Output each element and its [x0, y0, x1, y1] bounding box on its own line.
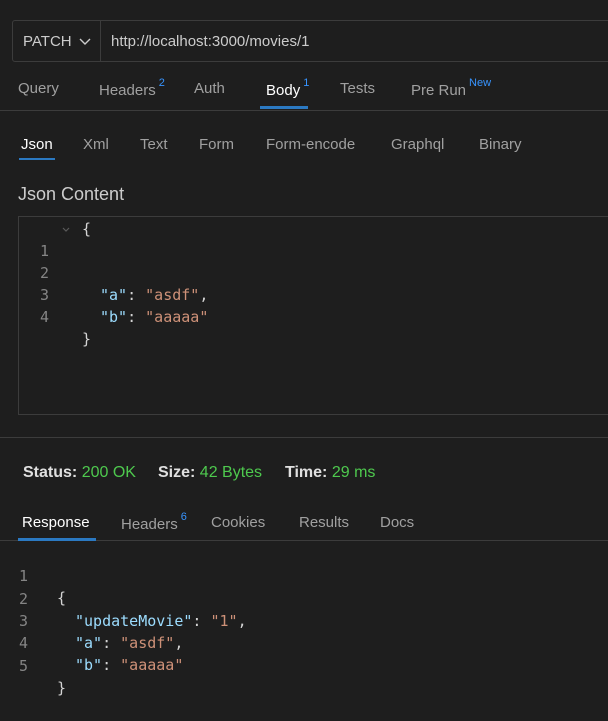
json-content-title: Json Content [18, 184, 125, 204]
line-number: 5 [18, 657, 28, 675]
body-tab-xml[interactable]: Xml [83, 136, 109, 153]
json-key: "a" [100, 286, 128, 304]
code-text: { [57, 589, 67, 607]
time-value: 29 ms [331, 464, 376, 481]
code-text: } [82, 330, 92, 348]
json-value: "asdf" [145, 286, 200, 304]
body-tab-label: Text [140, 136, 168, 153]
tab-label: Body [266, 82, 301, 99]
code-line: 4 } [19, 284, 91, 348]
request-url-bar: PATCH http://localhost:3000/movies/1 [12, 20, 608, 62]
body-tab-form[interactable]: Form [199, 136, 234, 153]
code-line: 5 } [0, 633, 66, 697]
tab-label: Headers [99, 82, 156, 99]
json-pair: "a": "asdf", [100, 286, 209, 304]
tab-response-headers[interactable]: Headers 6 [121, 511, 187, 533]
line-number: 4 [39, 308, 49, 326]
tab-auth[interactable]: Auth [194, 80, 225, 97]
body-tab-label: Json [21, 136, 53, 153]
json-pair: "updateMovie": "1", [75, 612, 247, 630]
code-line: 1 [19, 218, 55, 260]
code-text: { [82, 220, 92, 238]
url-input[interactable]: http://localhost:3000/movies/1 [101, 33, 309, 50]
tab-badge: 2 [158, 77, 165, 89]
tab-badge: 1 [303, 77, 310, 89]
json-pair: "b": "aaaaa" [75, 656, 184, 674]
status-value: 200 OK [81, 464, 136, 481]
code-line: 3 "a": "asdf", [0, 588, 183, 652]
body-tab-binary[interactable]: Binary [479, 136, 522, 153]
section-divider [0, 437, 608, 438]
body-tab-label: Form-encode [266, 136, 356, 153]
tab-label: Auth [194, 80, 225, 97]
tab-label: Pre Run [411, 82, 467, 99]
code-text: } [57, 679, 67, 697]
tab-query[interactable]: Query [18, 80, 59, 97]
tab-tests[interactable]: Tests [340, 80, 375, 97]
json-key: "a" [75, 634, 103, 652]
size-value: 42 Bytes [199, 464, 263, 481]
status-label: Status: [23, 464, 78, 481]
json-pair: "a": "asdf", [75, 634, 184, 652]
json-editor[interactable]: 1 { 2 "a": "asdf", 3 "b": "aaaaa" 4 } [18, 216, 608, 415]
tab-docs[interactable]: Docs [380, 514, 414, 531]
size-info: Size: 42 Bytes [158, 464, 262, 482]
response-body: 1 { 2 "updateMovie": "1", 3 "a": "asdf",… [0, 543, 608, 697]
active-tab-indicator [260, 106, 308, 109]
tab-label: Response [22, 514, 90, 531]
json-value: "1" [210, 612, 238, 630]
body-tab-label: Xml [83, 136, 109, 153]
code-line: 2 "a": "asdf", [19, 240, 208, 304]
tab-label: Docs [380, 514, 415, 531]
body-tab-label: Graphql [391, 136, 445, 153]
tab-label: Cookies [211, 514, 266, 531]
code-line: 2 "updateMovie": "1", [0, 566, 247, 630]
status-info: Status: 200 OK [23, 464, 136, 482]
tab-label: Tests [340, 80, 376, 97]
method-select[interactable]: PATCH [13, 21, 101, 61]
tab-label: Query [18, 80, 59, 97]
body-tab-label: Form [199, 136, 234, 153]
code-line: 4 "b": "aaaaa" [0, 610, 183, 674]
json-value: "aaaaa" [145, 308, 209, 326]
tab-pre-run[interactable]: Pre Run New [411, 77, 492, 99]
tab-results[interactable]: Results [299, 514, 349, 531]
new-badge: New [469, 77, 492, 89]
fold-chevron-icon[interactable] [61, 225, 71, 235]
response-tabs: Response Headers 6 Cookies Results Docs [0, 506, 608, 541]
active-body-tab-indicator [19, 158, 55, 160]
json-pair: "b": "aaaaa" [100, 308, 209, 326]
code-line: 1 { [0, 543, 66, 607]
request-tabs: Query Headers 2 Auth Body 1 Tests Pre Run N… [0, 70, 608, 111]
body-tab-json[interactable]: Json [21, 136, 53, 153]
tab-label: Headers [121, 516, 178, 533]
time-info: Time: 29 ms [285, 464, 375, 482]
json-key: "updateMovie" [75, 612, 193, 630]
tab-response[interactable]: Response [22, 514, 90, 531]
tab-headers[interactable]: Headers 2 [99, 77, 165, 99]
tab-badge: 6 [180, 511, 187, 523]
tab-label: Results [299, 514, 350, 531]
json-value: "aaaaa" [120, 656, 184, 674]
method-label: PATCH [23, 32, 72, 50]
active-tab-indicator [18, 538, 96, 541]
json-key: "b" [75, 656, 103, 674]
body-tab-label: Binary [479, 136, 522, 153]
body-tab-form-encode[interactable]: Form-encode [266, 136, 355, 153]
chevron-down-icon [79, 38, 91, 45]
size-label: Size: [158, 464, 196, 481]
body-tab-text[interactable]: Text [140, 136, 168, 153]
tab-body[interactable]: Body 1 [266, 77, 310, 99]
json-key: "b" [100, 308, 128, 326]
time-label: Time: [285, 464, 328, 481]
body-tab-graphql[interactable]: Graphql [391, 136, 444, 153]
tab-cookies[interactable]: Cookies [211, 514, 265, 531]
json-value: "asdf" [120, 634, 175, 652]
code-line: 3 "b": "aaaaa" [19, 262, 208, 326]
